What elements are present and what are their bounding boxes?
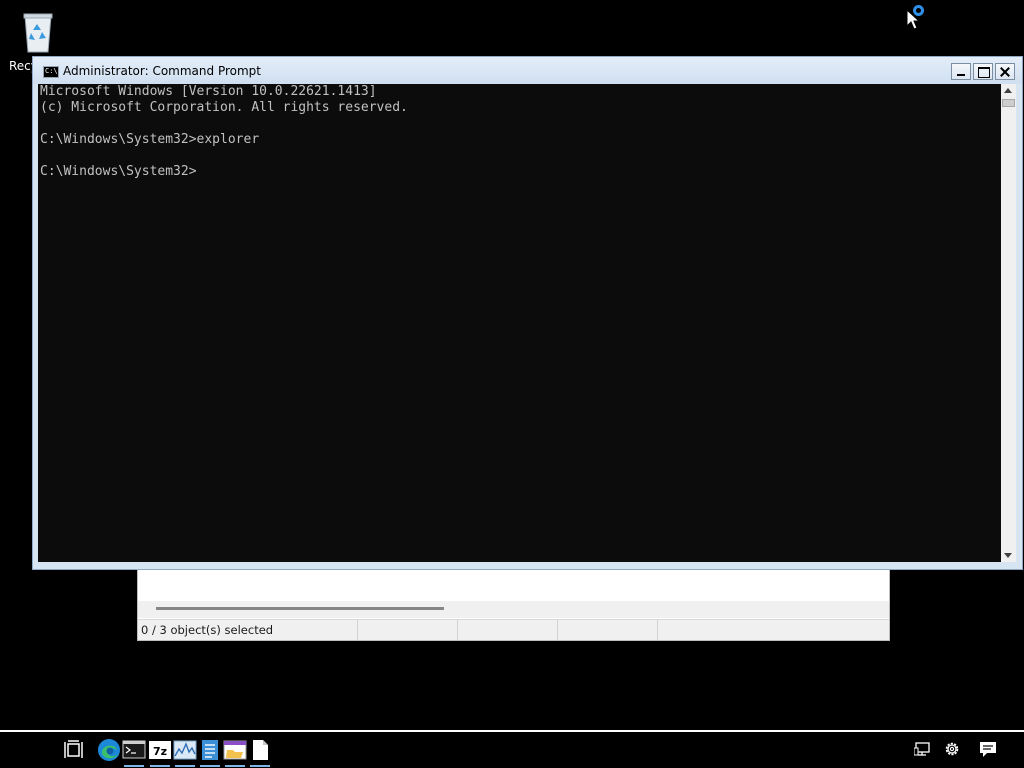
task-view-icon[interactable]: [62, 738, 86, 762]
horizontal-scrollbar[interactable]: [138, 601, 889, 618]
close-button[interactable]: [995, 63, 1015, 80]
status-selection-text: 0 / 3 object(s) selected: [138, 620, 358, 640]
console-line: Microsoft Windows [Version 10.0.22621.14…: [40, 84, 377, 99]
scroll-up-arrow-icon[interactable]: [1001, 84, 1016, 98]
status-cell: [358, 620, 458, 640]
command-prompt-taskbar-button[interactable]: [122, 738, 146, 767]
notepad-icon: [202, 740, 218, 760]
edge-icon[interactable]: [97, 738, 121, 762]
document-taskbar-button[interactable]: [248, 738, 272, 767]
console-output[interactable]: Microsoft Windows [Version 10.0.22621.14…: [38, 84, 1001, 562]
console-prompt-line[interactable]: C:\Windows\System32>: [40, 164, 197, 180]
performance-monitor-icon: [173, 740, 197, 760]
scrollbar-thumb[interactable]: [156, 607, 444, 610]
explorer-taskbar-button[interactable]: [223, 738, 247, 767]
recycle-bin-icon: [23, 13, 53, 53]
console-line: (c) Microsoft Corporation. All rights re…: [40, 100, 408, 115]
taskbar: 7z: [0, 730, 1024, 768]
command-prompt-window: Administrator: Command Prompt Microsoft …: [32, 56, 1023, 570]
scrollbar-thumb[interactable]: [1002, 99, 1015, 107]
title-bar[interactable]: Administrator: Command Prompt: [33, 57, 1022, 84]
maximize-button[interactable]: [973, 63, 993, 80]
busy-indicator-icon: [913, 5, 924, 16]
explorer-icon: [223, 740, 247, 760]
svg-text:7z: 7z: [153, 745, 167, 758]
window-title: Administrator: Command Prompt: [63, 64, 261, 78]
command-prompt-icon[interactable]: [43, 66, 59, 78]
desktop: Recy 0 / 3 object(s) selected Administra…: [0, 0, 1024, 768]
command-prompt-icon: [122, 740, 146, 759]
settings-icon[interactable]: [943, 740, 961, 758]
network-icon[interactable]: [914, 740, 932, 758]
vertical-scrollbar[interactable]: [1001, 84, 1016, 562]
notifications-icon[interactable]: [979, 740, 997, 758]
7zip-icon: 7z: [149, 741, 171, 759]
7zip-taskbar-button[interactable]: 7z: [148, 738, 172, 767]
minimize-button[interactable]: [951, 63, 971, 80]
document-icon: [253, 740, 268, 760]
explorer-window: 0 / 3 object(s) selected: [137, 566, 890, 641]
notepad-taskbar-button[interactable]: [198, 738, 222, 767]
console-line: C:\Windows\System32>explorer: [40, 132, 260, 147]
performance-monitor-taskbar-button[interactable]: [173, 738, 197, 767]
scroll-down-arrow-icon[interactable]: [1001, 548, 1016, 562]
status-cell: [558, 620, 658, 640]
status-cell: [458, 620, 558, 640]
status-bar: 0 / 3 object(s) selected: [138, 619, 889, 640]
